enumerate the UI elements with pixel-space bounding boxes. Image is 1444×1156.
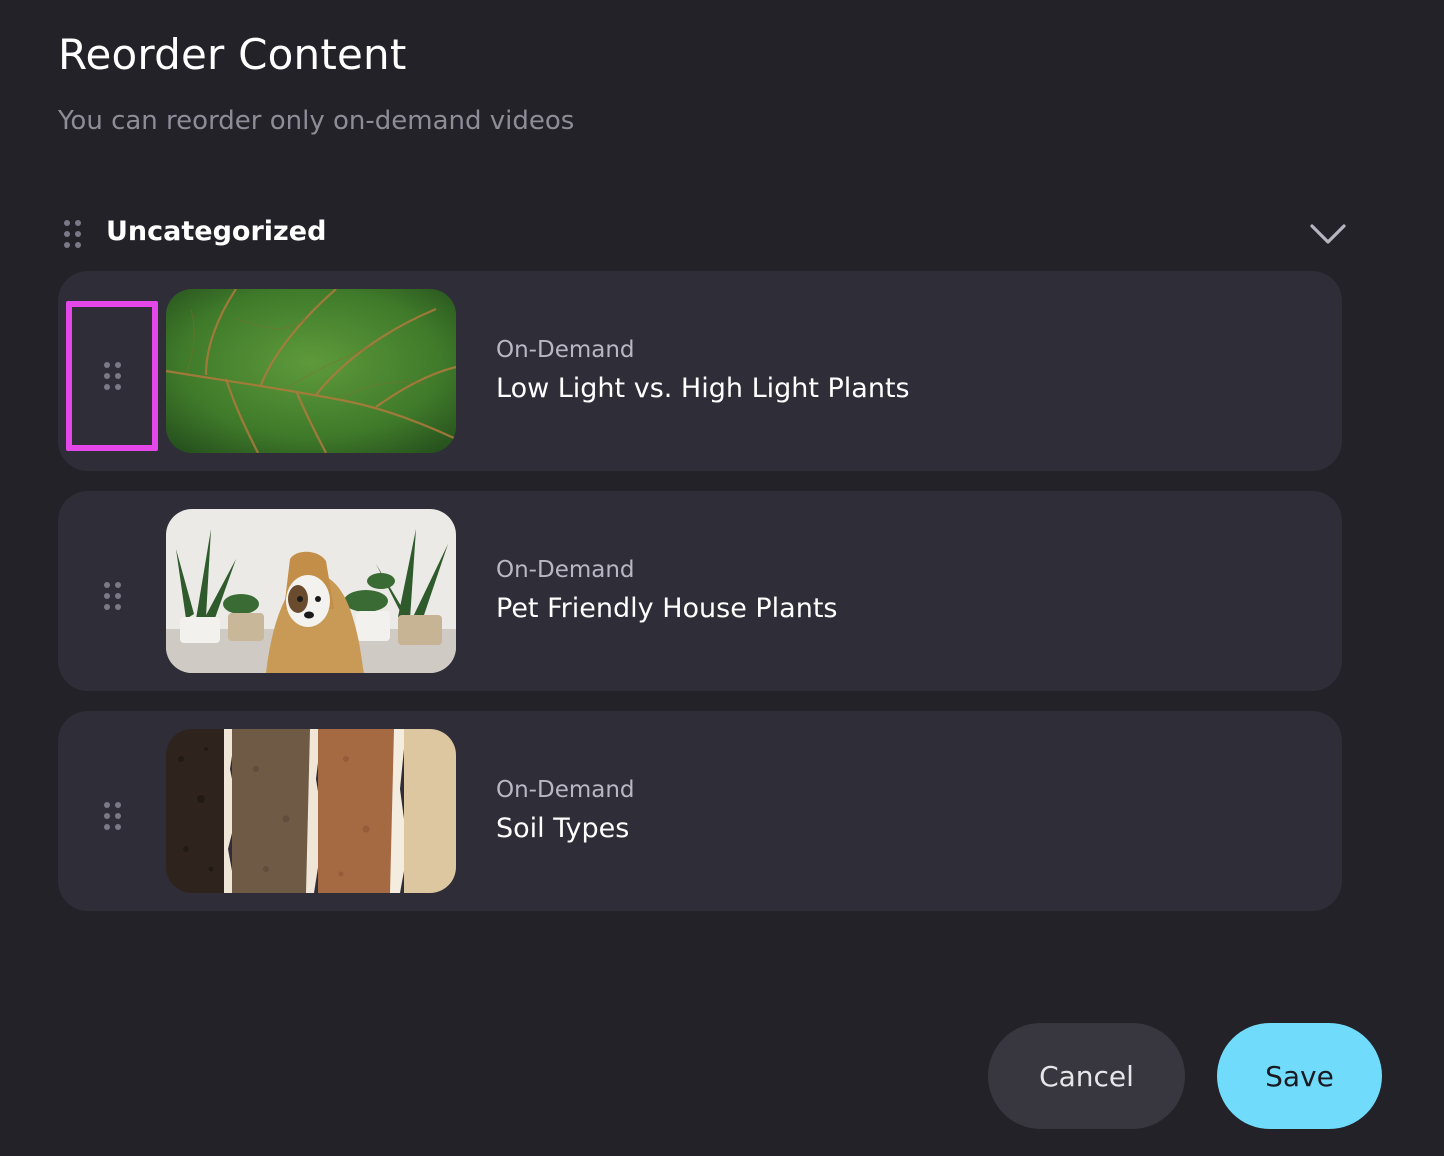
video-thumbnail <box>166 729 456 893</box>
soil-thumbnail <box>166 729 456 893</box>
category-title: Uncategorized <box>106 216 327 247</box>
video-thumbnail <box>166 509 456 673</box>
video-drag-handle[interactable] <box>66 521 158 671</box>
video-card[interactable]: On-Demand Low Light vs. High Light Plant… <box>58 271 1342 471</box>
video-card[interactable]: On-Demand Pet Friendly House Plants <box>58 491 1342 691</box>
page-title: Reorder Content <box>58 30 407 79</box>
page-subtitle: You can reorder only on-demand videos <box>58 106 575 136</box>
category-drag-handle[interactable] <box>58 208 86 260</box>
leaf-thumbnail <box>166 289 456 453</box>
video-type-label: On-Demand <box>496 777 635 803</box>
video-card[interactable]: On-Demand Soil Types <box>58 711 1342 911</box>
video-thumbnail <box>166 289 456 453</box>
video-type-label: On-Demand <box>496 557 635 583</box>
chevron-down-icon <box>1310 224 1346 244</box>
video-title: Low Light vs. High Light Plants <box>496 373 910 404</box>
video-drag-handle[interactable] <box>66 741 158 891</box>
save-button[interactable]: Save <box>1217 1023 1382 1129</box>
drag-handle-icon <box>63 220 81 248</box>
drag-handle-icon <box>103 362 121 390</box>
drag-handle-icon <box>103 802 121 830</box>
dog-plants-thumbnail <box>166 509 456 673</box>
video-title: Soil Types <box>496 813 630 844</box>
video-list: On-Demand Low Light vs. High Light Plant… <box>58 271 1342 931</box>
video-drag-handle[interactable] <box>66 301 158 451</box>
drag-handle-icon <box>103 582 121 610</box>
category-collapse-toggle[interactable] <box>1306 212 1350 256</box>
video-title: Pet Friendly House Plants <box>496 593 838 624</box>
cancel-button[interactable]: Cancel <box>988 1023 1185 1129</box>
category-header: Uncategorized <box>58 208 1350 260</box>
video-type-label: On-Demand <box>496 337 635 363</box>
